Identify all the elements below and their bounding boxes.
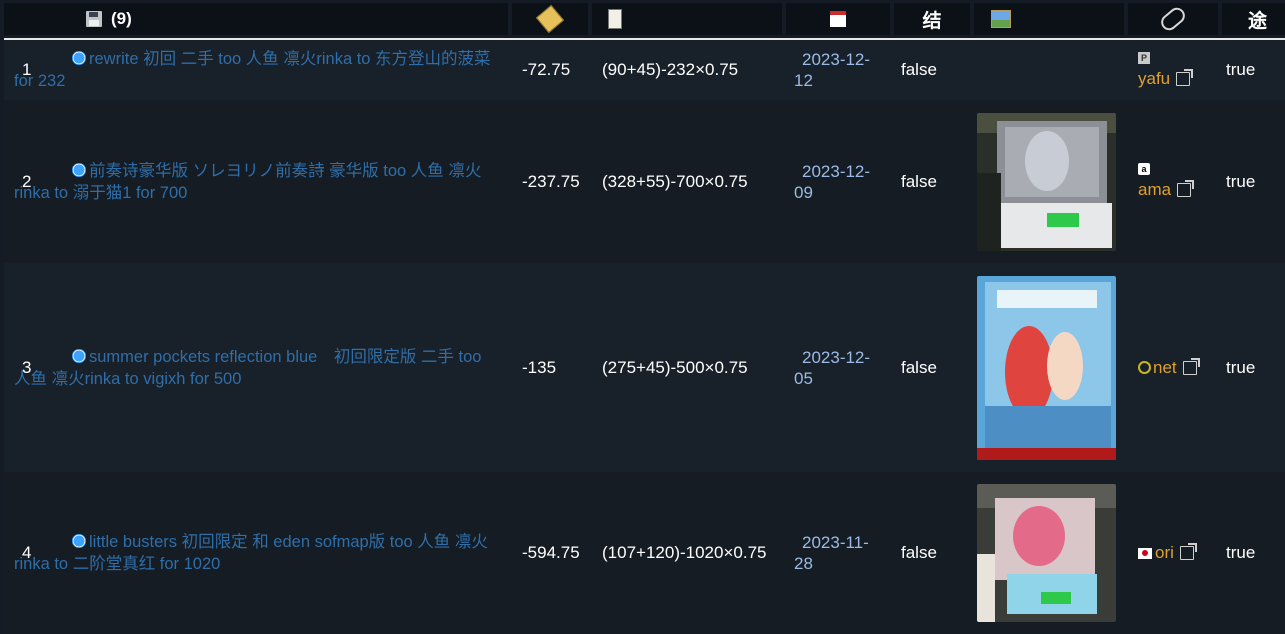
order-date: 2023-12- 12 [794, 50, 871, 90]
header-source-column[interactable] [1128, 3, 1218, 35]
packaged-item-on-scale-photo [977, 484, 1116, 622]
header-image-column[interactable] [974, 3, 1124, 35]
cost-formula: (328+55)-700×0.75 [602, 171, 748, 191]
source-cell: net [1138, 263, 1218, 472]
picture-icon [991, 10, 1011, 28]
profit-value: -72.75 [522, 60, 571, 79]
source-link[interactable]: net [1138, 357, 1200, 378]
floppy-disk-icon [86, 11, 102, 27]
header-profit-column[interactable] [512, 3, 588, 35]
orders-table: (9) 结 途 1 rewrite 初回 二手 too 人鱼 凛火rinka t… [0, 0, 1285, 634]
settled-header-label: 结 [922, 10, 942, 32]
profit-value: -135 [522, 357, 557, 377]
table-header: (9) 结 途 [4, 0, 1285, 40]
item-photo[interactable] [977, 263, 1117, 472]
external-link-icon [1177, 180, 1195, 197]
in-use-value: true [1226, 60, 1256, 79]
japan-flag-icon [1138, 547, 1152, 559]
external-link-icon [1182, 357, 1200, 375]
header-formula-column[interactable] [592, 3, 782, 35]
header-settled-column[interactable]: 结 [894, 3, 970, 35]
link-icon [1157, 4, 1189, 34]
order-date: 2023-11- 28 [794, 533, 869, 573]
game-box-cover-photo [977, 275, 1116, 460]
globe-icon [72, 162, 86, 177]
table-row: 4 little busters 初回限定 和 eden sofmap版 too… [4, 472, 1285, 634]
external-link-icon [1179, 543, 1197, 560]
header-title-column[interactable]: (9) [4, 3, 508, 35]
order-date: 2023-12- 09 [794, 161, 871, 202]
profit-value: -594.75 [522, 543, 580, 562]
scroll-icon [608, 9, 622, 29]
onet-logo-icon [1138, 361, 1151, 374]
table-row: 2 前奏诗豪华版 ソレヨリノ前奏詩 豪华版 too 人鱼 凛火 rinka to… [4, 100, 1285, 263]
item-photo[interactable] [977, 472, 1117, 634]
source-cell: P yafu [1138, 40, 1218, 100]
external-link-icon [1176, 68, 1194, 86]
source-link[interactable]: ori [1138, 543, 1197, 563]
globe-icon [72, 51, 86, 65]
header-date-column[interactable] [786, 3, 890, 35]
in-use-value: true [1226, 357, 1256, 377]
header-in-use-column[interactable]: 途 [1222, 3, 1285, 35]
item-title-link[interactable]: little busters 初回限定 和 eden sofmap版 too 人… [14, 472, 494, 634]
in-use-value: true [1226, 543, 1256, 562]
globe-icon [72, 348, 86, 363]
settled-value: false [901, 357, 937, 377]
cost-formula: (107+120)-1020×0.75 [602, 543, 767, 562]
item-title-link[interactable]: 前奏诗豪华版 ソレヨリノ前奏詩 豪华版 too 人鱼 凛火 rinka to 溺… [14, 100, 494, 263]
source-cell: ori [1138, 472, 1218, 634]
cost-formula: (90+45)-232×0.75 [602, 60, 739, 79]
table-row: 1 rewrite 初回 二手 too 人鱼 凛火rinka to 东方登山的菠… [4, 40, 1285, 100]
source-cell: a ama [1138, 100, 1218, 263]
row-count: (9) [111, 9, 132, 28]
item-photo[interactable] [977, 100, 1117, 263]
calendar-icon [830, 11, 846, 27]
order-date: 2023-12- 05 [794, 347, 871, 388]
source-link[interactable]: yafu [1138, 68, 1194, 89]
source-favicon-icon: P [1138, 51, 1150, 64]
settled-value: false [901, 543, 937, 562]
globe-icon [72, 534, 86, 548]
item-title-link[interactable]: summer pockets reflection blue 初回限定版 二手 … [14, 263, 494, 472]
boxed-item-on-scale-photo [977, 112, 1116, 251]
profit-value: -237.75 [522, 171, 580, 191]
settled-value: false [901, 60, 937, 79]
amazon-icon: a [1138, 163, 1150, 175]
cost-formula: (275+45)-500×0.75 [602, 357, 748, 377]
ruler-icon [535, 4, 565, 34]
source-link[interactable]: ama [1138, 180, 1195, 200]
settled-value: false [901, 171, 937, 191]
table-row: 3 summer pockets reflection blue 初回限定版 二… [4, 263, 1285, 472]
item-title-link[interactable]: rewrite 初回 二手 too 人鱼 凛火rinka to 东方登山的菠菜 … [14, 40, 494, 100]
in-use-value: true [1226, 171, 1256, 191]
in-use-header-label: 途 [1247, 10, 1267, 32]
